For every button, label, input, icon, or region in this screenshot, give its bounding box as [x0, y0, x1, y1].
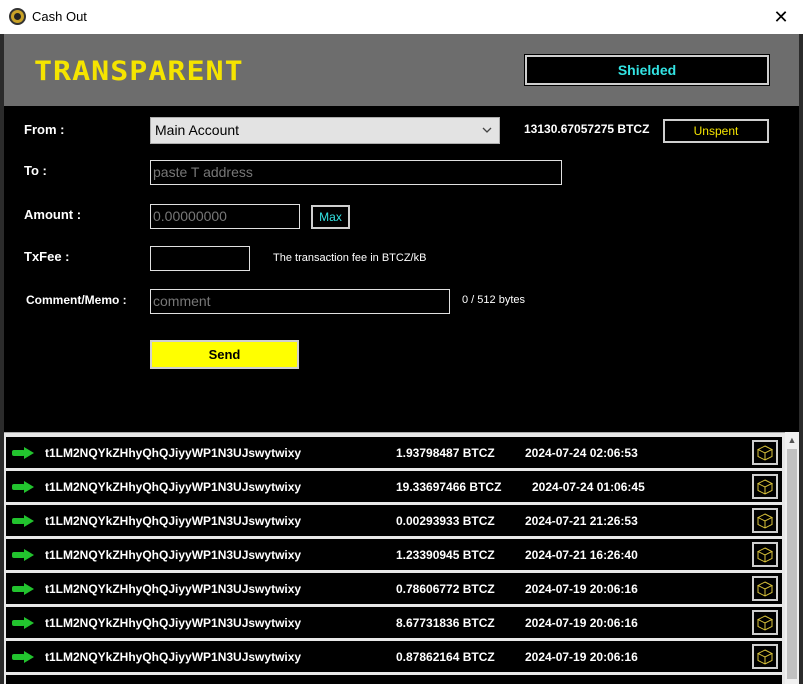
amount-label: Amount : [24, 207, 82, 222]
transaction-row[interactable]: t1LM2NQYkZHhyQhQJiyyWP1N3UJswytwixy 1.93… [6, 437, 782, 468]
tx-address: t1LM2NQYkZHhyQhQJiyyWP1N3UJswytwixy [45, 548, 302, 562]
cash-out-window: Cash Out ✕ TRANSPARENT Shielded From : M… [0, 0, 803, 684]
scrollbar-thumb[interactable] [787, 449, 797, 679]
title-bar[interactable]: Cash Out ✕ [0, 0, 803, 34]
tx-amount: 1.23390945 BTCZ [396, 548, 495, 562]
tx-address: t1LM2NQYkZHhyQhQJiyyWP1N3UJswytwixy [45, 616, 302, 630]
memo-byte-counter: 0 / 512 bytes [462, 294, 525, 306]
txfee-input[interactable] [150, 246, 250, 271]
transaction-list: t1LM2NQYkZHhyQhQJiyyWP1N3UJswytwixy 1.93… [4, 432, 785, 684]
close-window-button[interactable]: ✕ [759, 0, 803, 34]
transparent-logo: TRANSPARENT [34, 55, 244, 88]
transaction-row[interactable]: t1LM2NQYkZHhyQhQJiyyWP1N3UJswytwixy 0.00… [6, 505, 782, 536]
tx-date: 2024-07-19 20:06:16 [525, 582, 638, 596]
tx-date: 2024-07-21 16:26:40 [525, 548, 638, 562]
tx-details-button[interactable] [752, 576, 778, 601]
tx-date: 2024-07-24 02:06:53 [525, 446, 638, 460]
tx-details-button[interactable] [752, 474, 778, 499]
transaction-row[interactable]: t1LM2NQYkZHhyQhQJiyyWP1N3UJswytwixy 19.3… [6, 471, 782, 502]
tx-amount: 0.00293933 BTCZ [396, 514, 495, 528]
tx-details-button[interactable] [752, 610, 778, 635]
unspent-button[interactable]: Unspent [663, 119, 769, 143]
cube-icon [757, 479, 773, 495]
green-right-arrow-icon [12, 515, 34, 527]
cube-icon [757, 445, 773, 461]
cube-icon [757, 547, 773, 563]
window-frame-right [799, 34, 803, 684]
transaction-row[interactable]: t1LM2NQYkZHhyQhQJiyyWP1N3UJswytwixy 8.67… [6, 607, 782, 638]
tx-details-button[interactable] [752, 508, 778, 533]
from-account-select[interactable]: Main Account [150, 117, 500, 144]
green-right-arrow-icon [12, 447, 34, 459]
bitcoinz-app-icon [9, 8, 26, 25]
transaction-row-partial[interactable] [6, 675, 782, 684]
amount-input[interactable]: 0.00000000 [150, 204, 300, 229]
header-band: TRANSPARENT Shielded [4, 34, 799, 106]
tx-date: 2024-07-21 21:26:53 [525, 514, 638, 528]
txfee-label: TxFee : [24, 249, 70, 264]
cube-icon [757, 649, 773, 665]
green-right-arrow-icon [12, 583, 34, 595]
chevron-down-icon [481, 118, 493, 153]
memo-label: Comment/Memo : [26, 293, 127, 307]
from-account-value: Main Account [155, 122, 240, 138]
scroll-up-arrow-icon[interactable]: ▲ [785, 432, 799, 448]
send-button[interactable]: Send [150, 340, 299, 369]
tx-address: t1LM2NQYkZHhyQhQJiyyWP1N3UJswytwixy [45, 514, 302, 528]
green-right-arrow-icon [12, 549, 34, 561]
transaction-row[interactable]: t1LM2NQYkZHhyQhQJiyyWP1N3UJswytwixy 0.87… [6, 641, 782, 672]
transaction-list-scrollbar[interactable]: ▲ [785, 432, 799, 684]
tx-address: t1LM2NQYkZHhyQhQJiyyWP1N3UJswytwixy [45, 650, 302, 664]
green-right-arrow-icon [12, 617, 34, 629]
account-balance: 13130.67057275 BTCZ [524, 122, 650, 136]
transaction-row[interactable]: t1LM2NQYkZHhyQhQJiyyWP1N3UJswytwixy 0.78… [6, 573, 782, 604]
tx-address: t1LM2NQYkZHhyQhQJiyyWP1N3UJswytwixy [45, 582, 302, 596]
transaction-row[interactable]: t1LM2NQYkZHhyQhQJiyyWP1N3UJswytwixy 1.23… [6, 539, 782, 570]
cube-icon [757, 615, 773, 631]
green-right-arrow-icon [12, 481, 34, 493]
tx-amount: 19.33697466 BTCZ [396, 480, 502, 494]
green-right-arrow-icon [12, 651, 34, 663]
from-label: From : [24, 122, 65, 137]
tx-amount: 8.67731836 BTCZ [396, 616, 495, 630]
to-address-input[interactable]: paste T address [150, 160, 562, 185]
window-title: Cash Out [32, 9, 87, 24]
tx-date: 2024-07-19 20:06:16 [525, 616, 638, 630]
tx-details-button[interactable] [752, 440, 778, 465]
tx-date: 2024-07-19 20:06:16 [525, 650, 638, 664]
txfee-hint: The transaction fee in BTCZ/kB [273, 252, 427, 264]
to-label: To : [24, 163, 47, 178]
tx-address: t1LM2NQYkZHhyQhQJiyyWP1N3UJswytwixy [45, 480, 302, 494]
cube-icon [757, 581, 773, 597]
tx-date: 2024-07-24 01:06:45 [532, 480, 645, 494]
tx-amount: 0.78606772 BTCZ [396, 582, 495, 596]
memo-input[interactable]: comment [150, 289, 450, 314]
max-button[interactable]: Max [311, 205, 350, 229]
tx-details-button[interactable] [752, 542, 778, 567]
tx-address: t1LM2NQYkZHhyQhQJiyyWP1N3UJswytwixy [45, 446, 302, 460]
tx-details-button[interactable] [752, 644, 778, 669]
tx-amount: 0.87862164 BTCZ [396, 650, 495, 664]
shielded-button[interactable]: Shielded [524, 54, 770, 86]
tx-amount: 1.93798487 BTCZ [396, 446, 495, 460]
cube-icon [757, 513, 773, 529]
